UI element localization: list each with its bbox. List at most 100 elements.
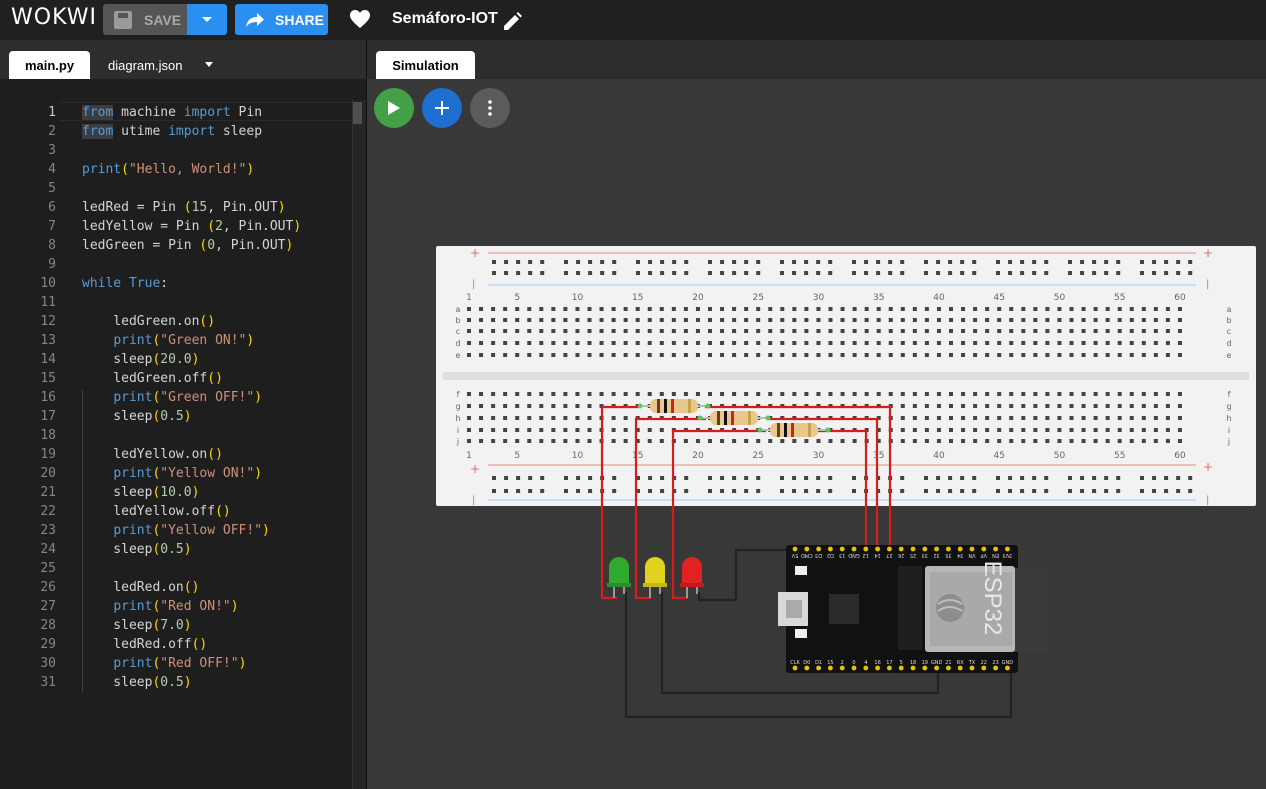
esp32-pin-label: 0: [852, 660, 855, 666]
breadboard-row-label: a: [1227, 305, 1232, 314]
esp32-pin-label: 5V: [791, 552, 798, 558]
breadboard-row-label: c: [1227, 327, 1231, 336]
breadboard-column-label: 15: [632, 451, 643, 461]
svg-text:+: +: [470, 246, 480, 260]
esp32-pin-label: 22: [981, 660, 987, 666]
svg-text:|: |: [472, 279, 475, 290]
circuit-diagram: + + + + | | | | 1 5 10 15 20 25 30 35 40 45 50 55 60…: [436, 246, 1256, 719]
leds[interactable]: [607, 557, 704, 598]
esp32-pin-label: 34: [957, 552, 963, 558]
esp32-pin-label: D2: [827, 552, 834, 558]
esp32-chip-label: ESP32: [979, 561, 1006, 636]
esp32-pin-label: 4: [864, 660, 867, 666]
breadboard-row-label: d: [455, 339, 460, 348]
esp32-pin-label: GND: [1002, 660, 1014, 666]
breadboard-column-label: 45: [993, 451, 1004, 461]
breadboard-column-label: 60: [1174, 451, 1186, 461]
breadboard-row-label: e: [456, 351, 461, 360]
breadboard-column-label: 1: [466, 293, 472, 303]
esp32-pin-label: 5: [900, 660, 903, 666]
led-red: [680, 557, 704, 598]
esp32-pin-label: 18: [910, 660, 916, 666]
esp32-pin-label: 17: [886, 660, 892, 666]
esp32-pin-label: D0: [803, 660, 810, 666]
esp32-pin-label: 13: [839, 552, 845, 558]
wire-signal-2b: [634, 590, 651, 600]
breadboard-column-label: 20: [692, 451, 704, 461]
breadboard-row-label: h: [455, 414, 460, 423]
svg-text:+: +: [1203, 246, 1213, 260]
esp32-pin-label: RX: [957, 660, 964, 666]
led-green: [607, 557, 631, 598]
esp32-pin-label: CLK: [790, 660, 800, 666]
breadboard-column-label: 50: [1054, 293, 1066, 303]
led-yellow: [643, 557, 667, 598]
breadboard-column-label: 40: [933, 293, 945, 303]
breadboard-column-label: 10: [572, 293, 584, 303]
breadboard-column-label: 45: [993, 293, 1004, 303]
breadboard-row-label: g: [1226, 402, 1231, 411]
breadboard-row-label: d: [1226, 339, 1231, 348]
breadboard[interactable]: + + + + | | | | 1 5 10 15 20 25 30 35 40 45 50 55 60…: [436, 246, 1256, 506]
esp32-pin-label: 12: [863, 552, 869, 558]
esp32-pin-label: GND: [931, 660, 943, 666]
esp32-pin-label: 27: [886, 552, 892, 558]
breadboard-column-label: 60: [1174, 293, 1186, 303]
breadboard-column-label: 25: [752, 451, 763, 461]
esp32-pin-label: 26: [898, 552, 904, 558]
breadboard-column-label: 25: [752, 293, 763, 303]
esp32-pin-label: 21: [945, 660, 951, 666]
esp32-pin-label: EN: [992, 552, 999, 558]
breadboard-row-label: g: [455, 402, 460, 411]
breadboard-column-label: 50: [1054, 451, 1066, 461]
breadboard-row-label: j: [456, 437, 459, 446]
breadboard-column-label: 35: [873, 293, 884, 303]
esp32-pin-label: 32: [933, 552, 939, 558]
svg-text:+: +: [1203, 460, 1213, 474]
esp32-pin-label: 2: [841, 660, 844, 666]
breadboard-row-label: i: [1228, 426, 1230, 435]
breadboard-row-label: b: [455, 316, 460, 325]
breadboard-column-label: 15: [632, 293, 643, 303]
breadboard-row-label: c: [456, 327, 460, 336]
breadboard-column-label: 1: [466, 451, 472, 461]
breadboard-column-label: 10: [572, 451, 584, 461]
esp32-pin-label: 3V3: [1003, 552, 1013, 558]
breadboard-row-label: i: [457, 426, 459, 435]
esp32-pin-label: D3: [815, 552, 822, 558]
breadboard-row-label: f: [457, 390, 460, 399]
breadboard-column-label: 20: [692, 293, 704, 303]
breadboard-row-label: a: [456, 305, 461, 314]
svg-text:|: |: [472, 495, 475, 506]
breadboard-column-label: 55: [1114, 293, 1125, 303]
esp32-board[interactable]: ESP32 5V CMD D3 D2 13 GND 12 14 27 26 25 33 32 35 34 VN…: [778, 545, 1048, 673]
esp32-pin-label: 14: [874, 552, 880, 558]
breadboard-row-label: j: [1227, 437, 1230, 446]
breadboard-row-label: h: [1226, 414, 1231, 423]
svg-text:+: +: [470, 462, 480, 476]
svg-text:|: |: [1206, 279, 1209, 290]
esp32-pin-label: 16: [874, 660, 880, 666]
breadboard-column-label: 40: [933, 451, 945, 461]
breadboard-row-label: f: [1228, 390, 1231, 399]
breadboard-column-label: 35: [873, 451, 884, 461]
esp32-pin-label: 19: [922, 660, 928, 666]
esp32-pin-label: 25: [910, 552, 916, 558]
esp32-pin-label: 23: [992, 660, 998, 666]
svg-text:|: |: [1206, 495, 1209, 506]
esp32-pin-label: D1: [815, 660, 822, 666]
breadboard-column-label: 30: [813, 451, 825, 461]
esp32-pin-label: GND: [848, 552, 860, 558]
breadboard-column-label: 30: [813, 293, 825, 303]
esp32-pin-label: 35: [945, 552, 951, 558]
esp32-pin-label: TX: [968, 660, 976, 666]
breadboard-row-label: e: [1227, 351, 1232, 360]
wire-signal-3b: [671, 590, 688, 600]
esp32-pin-label: 33: [922, 552, 928, 558]
breadboard-row-label: b: [1226, 316, 1231, 325]
esp32-pin-label: CMD: [801, 552, 813, 558]
breadboard-column-label: 55: [1114, 451, 1125, 461]
esp32-pin-label: VP: [981, 552, 987, 558]
esp32-pin-label: 15: [827, 660, 833, 666]
esp32-pin-label: VN: [968, 552, 975, 558]
